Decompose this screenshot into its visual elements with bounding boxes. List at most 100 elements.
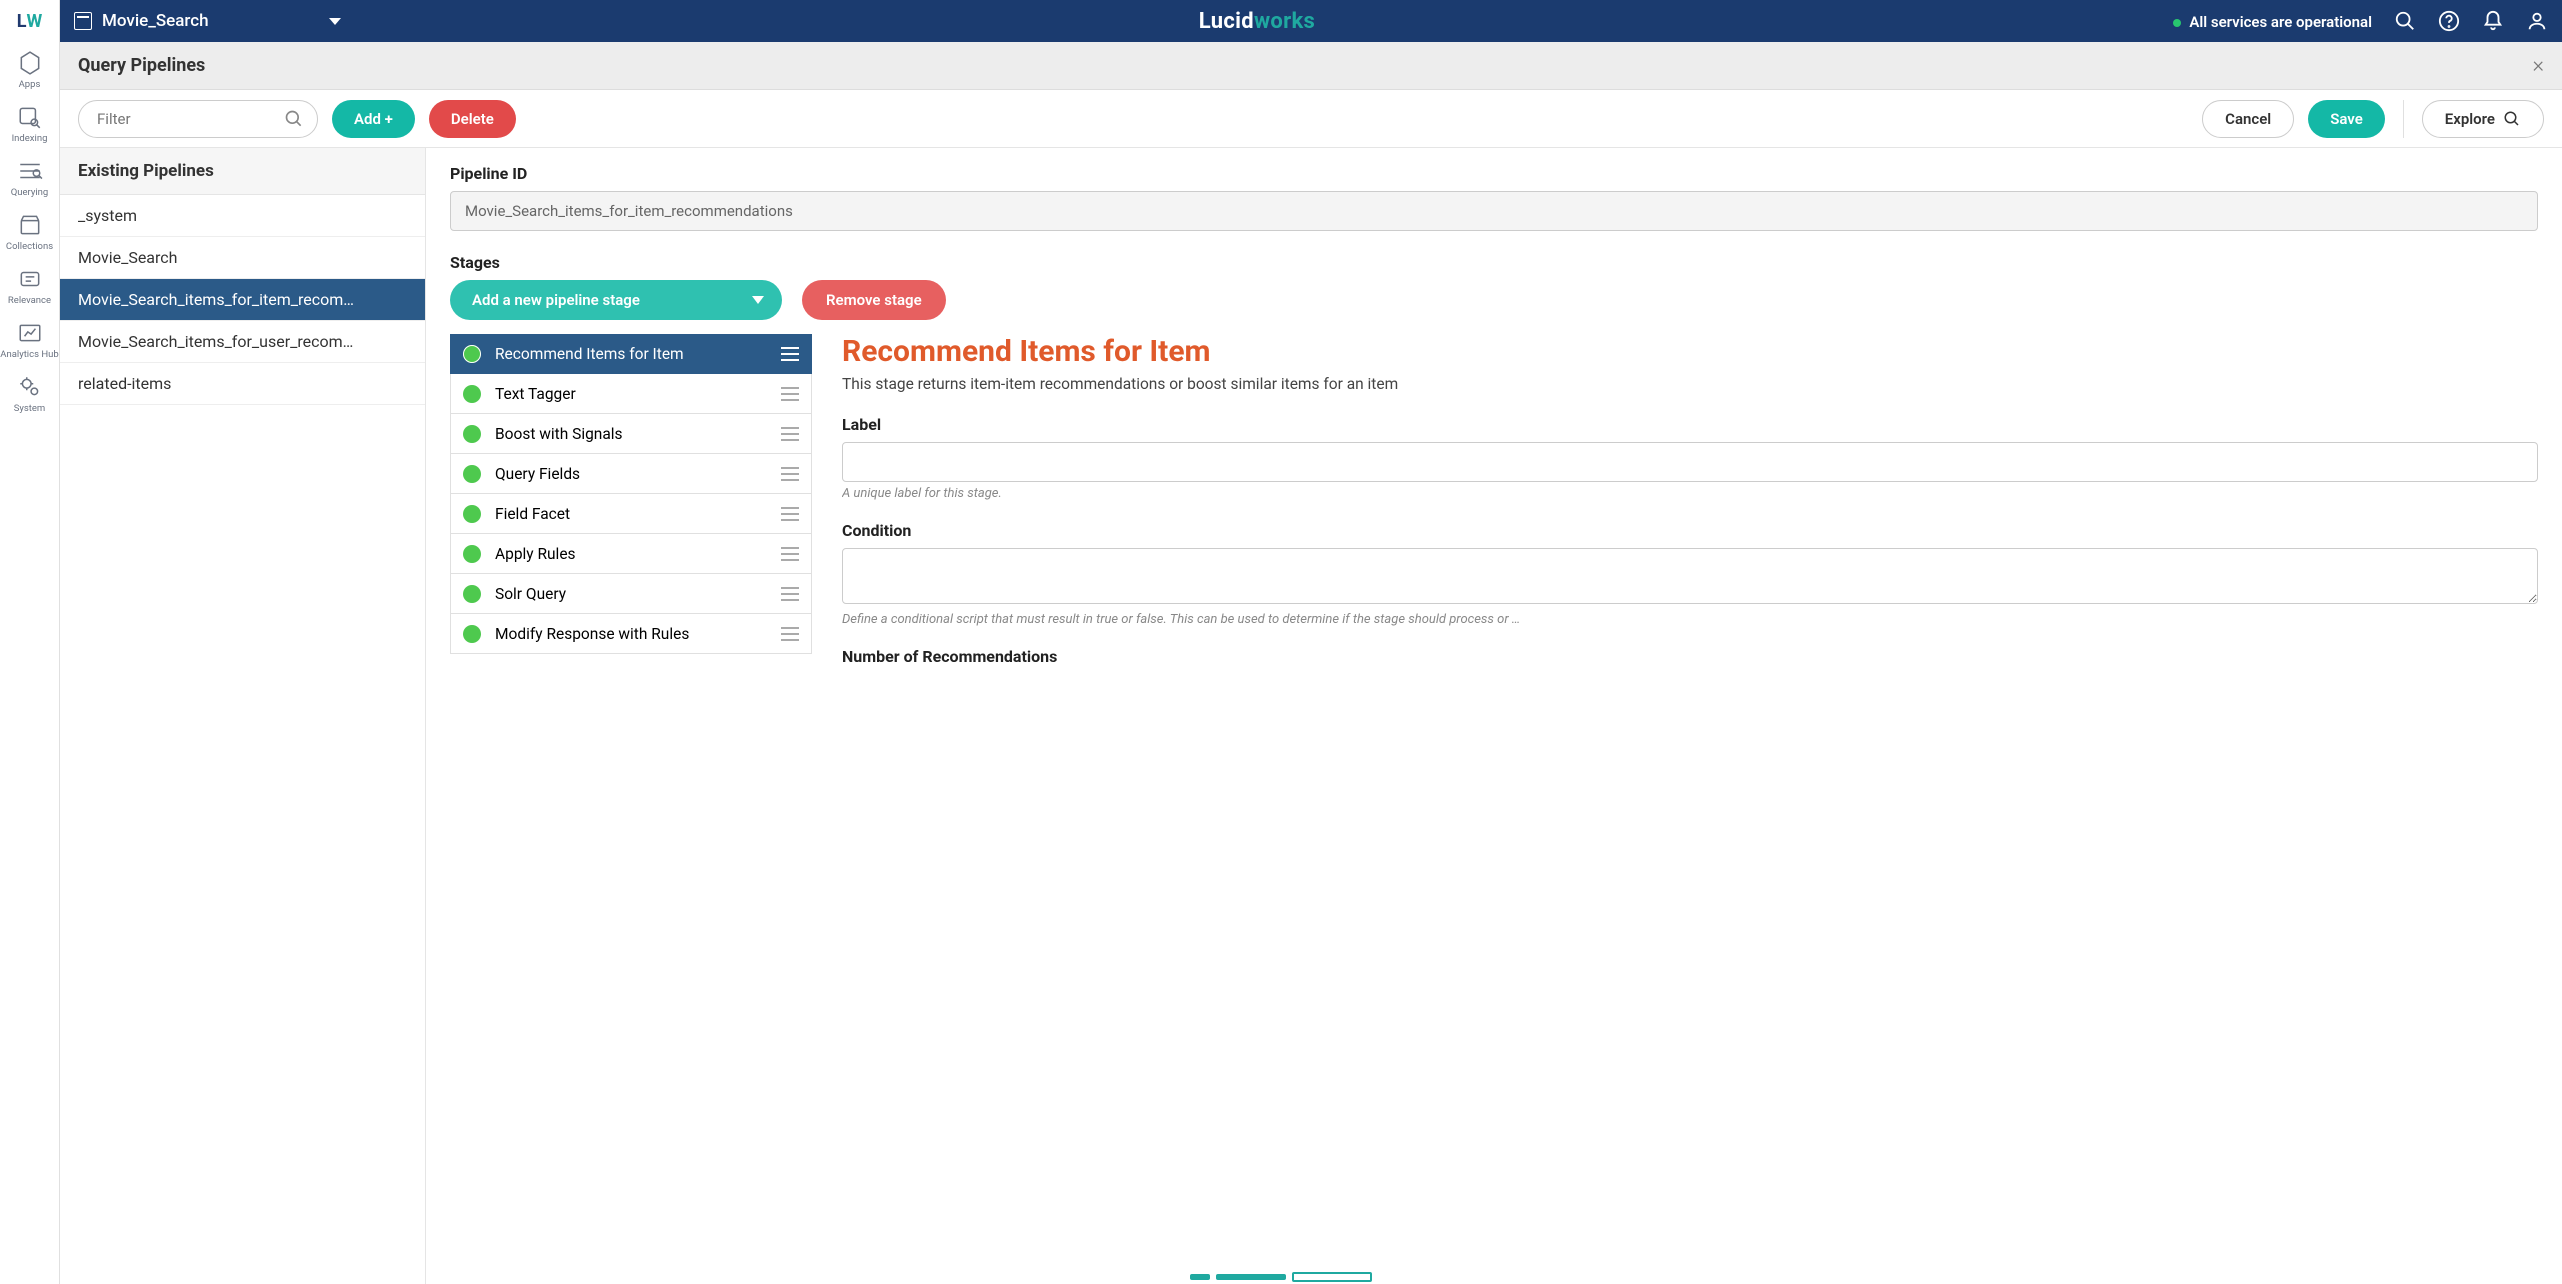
progress-indicator bbox=[1190, 1272, 1372, 1282]
stage-item[interactable]: Modify Response with Rules bbox=[450, 614, 812, 654]
bell-icon[interactable] bbox=[2482, 10, 2504, 32]
index-icon bbox=[17, 104, 43, 130]
brand-part1: Lucid bbox=[1199, 9, 1254, 34]
drag-handle-icon[interactable] bbox=[781, 347, 799, 361]
app-dropdown-caret[interactable] bbox=[329, 18, 341, 25]
status-dot-icon bbox=[463, 545, 481, 563]
search-icon bbox=[2503, 110, 2521, 128]
label-help-text: A unique label for this stage. bbox=[842, 486, 2538, 501]
condition-field-label: Condition bbox=[842, 521, 2538, 540]
save-button[interactable]: Save bbox=[2308, 100, 2385, 138]
nav-collections[interactable]: Collections bbox=[0, 204, 59, 258]
progress-segment bbox=[1190, 1274, 1210, 1280]
brand-part2: works bbox=[1254, 9, 1315, 34]
logo: LW bbox=[0, 0, 60, 42]
drag-handle-icon[interactable] bbox=[781, 587, 799, 601]
chevron-down-icon bbox=[752, 296, 764, 304]
stage-item[interactable]: Boost with Signals bbox=[450, 414, 812, 454]
user-icon[interactable] bbox=[2526, 10, 2548, 32]
detail-title: Recommend Items for Item bbox=[842, 334, 2538, 369]
divider bbox=[2403, 100, 2404, 138]
nav-label: Relevance bbox=[8, 295, 51, 306]
pipeline-item[interactable]: Movie_Search_items_for_item_recom… bbox=[60, 279, 425, 321]
stage-item[interactable]: Field Facet bbox=[450, 494, 812, 534]
drag-handle-icon[interactable] bbox=[781, 507, 799, 521]
stage-item[interactable]: Text Tagger bbox=[450, 374, 812, 414]
drag-handle-icon[interactable] bbox=[781, 627, 799, 641]
nav-querying[interactable]: Querying bbox=[0, 150, 59, 204]
stage-item[interactable]: Query Fields bbox=[450, 454, 812, 494]
pipeline-item[interactable]: _system bbox=[60, 195, 425, 237]
hexagon-icon bbox=[17, 50, 43, 76]
status-dot-icon bbox=[463, 345, 481, 363]
nav-label: System bbox=[14, 403, 46, 414]
logo-part1: L bbox=[17, 11, 27, 32]
status-dot-icon bbox=[463, 465, 481, 483]
drag-handle-icon[interactable] bbox=[781, 387, 799, 401]
box-icon bbox=[17, 212, 43, 238]
stages-list: Recommend Items for Item Text Tagger Boo… bbox=[450, 334, 812, 654]
label-field-label: Label bbox=[842, 415, 2538, 434]
pipeline-item[interactable]: Movie_Search_items_for_user_recom… bbox=[60, 321, 425, 363]
stage-item[interactable]: Solr Query bbox=[450, 574, 812, 614]
status-dot-icon bbox=[463, 385, 481, 403]
logo-part2: W bbox=[27, 11, 43, 32]
progress-segment bbox=[1292, 1272, 1372, 1282]
pipeline-item[interactable]: Movie_Search bbox=[60, 237, 425, 279]
page-header: Query Pipelines × bbox=[60, 42, 2562, 90]
condition-input[interactable] bbox=[842, 548, 2538, 604]
stage-name: Solr Query bbox=[495, 585, 781, 603]
topbar: Movie_Search Lucidworks All services are… bbox=[60, 0, 2562, 42]
chart-icon bbox=[17, 320, 43, 346]
filter-input[interactable] bbox=[78, 100, 318, 138]
num-recommendations-label: Number of Recommendations bbox=[842, 647, 2538, 666]
nav-label: Querying bbox=[11, 187, 49, 198]
delete-button[interactable]: Delete bbox=[429, 100, 516, 138]
nav-label: Analytics Hub bbox=[0, 349, 58, 360]
add-stage-label: Add a new pipeline stage bbox=[472, 291, 640, 309]
stage-name: Recommend Items for Item bbox=[495, 345, 781, 363]
toolbar: Add + Delete Cancel Save Explore bbox=[60, 90, 2562, 148]
status-text: All services are operational bbox=[2189, 13, 2372, 31]
nav-relevance[interactable]: Relevance bbox=[0, 258, 59, 312]
gears-icon bbox=[17, 374, 43, 400]
search-icon[interactable] bbox=[2394, 10, 2416, 32]
remove-stage-button[interactable]: Remove stage bbox=[802, 280, 946, 320]
pipeline-id-input bbox=[450, 191, 2538, 231]
status-dot-icon bbox=[2173, 19, 2181, 27]
cancel-button[interactable]: Cancel bbox=[2202, 100, 2294, 138]
pipeline-item[interactable]: related-items bbox=[60, 363, 425, 405]
nav-indexing[interactable]: Indexing bbox=[0, 96, 59, 150]
stage-detail: Recommend Items for Item This stage retu… bbox=[842, 334, 2538, 686]
add-button[interactable]: Add + bbox=[332, 100, 415, 138]
drag-handle-icon[interactable] bbox=[781, 547, 799, 561]
stage-name: Modify Response with Rules bbox=[495, 625, 781, 643]
drag-handle-icon[interactable] bbox=[781, 467, 799, 481]
stage-name: Field Facet bbox=[495, 505, 781, 523]
query-icon bbox=[17, 158, 43, 184]
status-indicator: All services are operational bbox=[2173, 12, 2372, 31]
nav-apps[interactable]: Apps bbox=[0, 42, 59, 96]
help-icon[interactable] bbox=[2438, 10, 2460, 32]
sliders-icon bbox=[17, 266, 43, 292]
page-title: Query Pipelines bbox=[78, 55, 205, 76]
app-name: Movie_Search bbox=[102, 11, 209, 31]
nav-analytics[interactable]: Analytics Hub bbox=[0, 312, 59, 366]
nav-system[interactable]: System bbox=[0, 366, 59, 420]
pipeline-id-label: Pipeline ID bbox=[450, 164, 2538, 183]
icon-sidebar: LW Apps Indexing Querying Collections Re… bbox=[0, 0, 60, 1284]
stack-icon bbox=[74, 12, 92, 30]
nav-label: Collections bbox=[6, 241, 53, 252]
explore-button[interactable]: Explore bbox=[2422, 100, 2544, 138]
add-stage-button[interactable]: Add a new pipeline stage bbox=[450, 280, 782, 320]
label-input[interactable] bbox=[842, 442, 2538, 482]
stage-name: Apply Rules bbox=[495, 545, 781, 563]
detail-description: This stage returns item-item recommendat… bbox=[842, 375, 2538, 393]
stage-item[interactable]: Recommend Items for Item bbox=[450, 334, 812, 374]
close-icon[interactable]: × bbox=[2532, 53, 2544, 78]
status-dot-icon bbox=[463, 585, 481, 603]
stage-item[interactable]: Apply Rules bbox=[450, 534, 812, 574]
drag-handle-icon[interactable] bbox=[781, 427, 799, 441]
stages-label: Stages bbox=[450, 253, 2538, 272]
pipeline-list: Existing Pipelines _system Movie_Search … bbox=[60, 148, 426, 1284]
